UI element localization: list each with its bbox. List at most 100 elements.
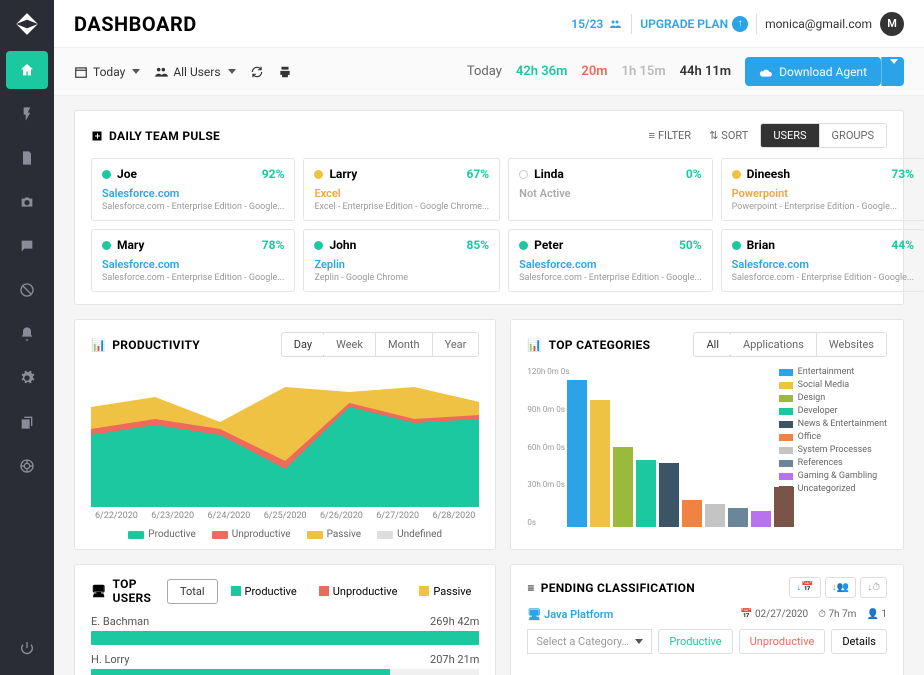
download-button[interactable]: Download Agent: [745, 57, 881, 86]
bar: [659, 463, 679, 527]
pending-date: 📅 02/27/2020: [740, 609, 808, 620]
nav-bell-icon[interactable]: [6, 315, 48, 353]
pulse-card[interactable]: Larry 67% Excel Excel - Enterprise Edition …: [303, 158, 500, 221]
sort-button[interactable]: ⇅ SORT: [703, 125, 754, 146]
status-dot: [732, 170, 741, 179]
time-label: Today: [467, 64, 502, 79]
status-dot: [314, 170, 323, 179]
user-app: Powerpoint: [732, 187, 914, 200]
nav-help-icon[interactable]: [6, 447, 48, 485]
pending-title: ≡ PENDING CLASSIFICATION: [527, 581, 695, 595]
user-name: Mary: [117, 238, 144, 252]
cat-tab-applications[interactable]: Applications: [731, 333, 817, 356]
status-dot: [519, 241, 528, 250]
avatar[interactable]: M: [880, 12, 904, 36]
date-picker[interactable]: Today: [74, 65, 140, 79]
cat-tab-websites[interactable]: Websites: [817, 333, 886, 356]
logo[interactable]: [0, 0, 54, 48]
nav-home-icon[interactable]: [6, 51, 48, 89]
sort-users-icon[interactable]: ↓👥: [825, 577, 856, 598]
status-dot: [732, 241, 741, 250]
print-icon[interactable]: [278, 65, 292, 79]
range-year[interactable]: Year: [433, 333, 479, 356]
pending-app[interactable]: 🖥 Java Platform: [527, 608, 613, 621]
scope-picker[interactable]: All Users: [154, 65, 235, 79]
user-detail: Salesforce.com - Enterprise Edition - Go…: [519, 273, 701, 283]
user-detail: Salesforce.com - Enterprise Edition - Go…: [102, 273, 284, 283]
nav-chat-icon[interactable]: [6, 227, 48, 265]
user-row[interactable]: E. Bachman269h 42m: [91, 615, 479, 645]
nav-copy-icon[interactable]: [6, 403, 48, 441]
bar: [728, 508, 748, 527]
user-pct: 50%: [679, 238, 702, 252]
user-app: Not Active: [519, 187, 701, 200]
tu-tab-passive[interactable]: Passive: [411, 585, 479, 598]
tu-tab-total[interactable]: Total: [167, 579, 218, 604]
time-passive: 1h 15m: [622, 64, 666, 79]
tu-tab-productive[interactable]: Productive: [223, 585, 305, 598]
nav-camera-icon[interactable]: [6, 183, 48, 221]
seat-count: 15/23: [571, 17, 623, 31]
user-app: Zeplin: [314, 258, 489, 271]
productive-button[interactable]: Productive: [658, 629, 732, 654]
productivity-title: 📊 PRODUCTIVITY: [91, 338, 200, 352]
user-detail: Salesforce.com - Enterprise Edition - Go…: [732, 273, 914, 283]
time-productive: 42h 36m: [516, 64, 568, 79]
category-select[interactable]: Select a Category…: [527, 629, 652, 654]
range-month[interactable]: Month: [376, 333, 433, 356]
nav-power-icon[interactable]: [6, 629, 48, 667]
bar: [567, 380, 587, 527]
user-pct: 0%: [686, 167, 702, 181]
tu-tab-unproductive[interactable]: Unproductive: [311, 585, 406, 598]
bar: [636, 460, 656, 527]
nav-settings-icon[interactable]: [6, 359, 48, 397]
user-app: Excel: [314, 187, 489, 200]
download-caret[interactable]: [881, 57, 904, 86]
time-unproductive: 20m: [581, 64, 607, 79]
unproductive-button[interactable]: Unproductive: [739, 629, 826, 654]
user-name: Larry: [329, 167, 357, 181]
user-email[interactable]: monica@gmail.com: [765, 17, 872, 31]
nav-report-icon[interactable]: [6, 139, 48, 177]
cat-tab-all[interactable]: All: [693, 332, 732, 357]
pulse-card[interactable]: Dineesh73%PowerpointPowerpoint - Enterpr…: [721, 158, 924, 221]
user-pct: 44%: [891, 238, 914, 252]
user-name: Brian: [747, 238, 775, 252]
range-day[interactable]: Day: [281, 332, 325, 357]
tab-users[interactable]: USERS: [761, 124, 819, 147]
bar: [590, 400, 610, 527]
user-row[interactable]: H. Lorry207h 21m: [91, 653, 479, 675]
filter-button[interactable]: ≡ FILTER: [643, 125, 698, 146]
user-detail: Excel - Enterprise Edition - Google Chro…: [314, 202, 489, 212]
bar: [751, 511, 771, 527]
pulse-card[interactable]: Brian44%Salesforce.comSalesforce.com - E…: [721, 229, 924, 292]
user-name: Joe: [117, 167, 137, 181]
upgrade-link[interactable]: UPGRADE PLAN ↑: [640, 16, 748, 32]
sort-date-icon[interactable]: ↓📅: [789, 577, 820, 598]
nav-block-icon[interactable]: [6, 271, 48, 309]
range-week[interactable]: Week: [324, 333, 376, 356]
status-dot: [102, 241, 111, 250]
pulse-card[interactable]: John85%ZeplinZeplin - Google Chrome: [303, 229, 500, 292]
status-dot: [102, 170, 111, 179]
sort-time-icon[interactable]: ↓⏱: [860, 577, 887, 598]
user-pct: 67%: [467, 167, 490, 181]
details-button[interactable]: Details: [831, 629, 887, 654]
pulse-title: DAILY TEAM PULSE: [91, 129, 220, 143]
status-dot: [314, 241, 323, 250]
pulse-card[interactable]: Linda 0% Not Active: [508, 158, 712, 221]
pulse-card[interactable]: Joe92%Salesforce.comSalesforce.com - Ent…: [91, 158, 295, 221]
user-pct: 85%: [467, 238, 490, 252]
bar: [682, 500, 702, 527]
upgrade-icon: ↑: [732, 16, 748, 32]
pulse-card[interactable]: Mary78%Salesforce.comSalesforce.com - En…: [91, 229, 295, 292]
user-name: Linda: [534, 167, 564, 181]
tab-groups[interactable]: GROUPS: [820, 124, 886, 147]
pending-users: 👤 1: [866, 609, 887, 620]
pulse-card[interactable]: Peter50%Salesforce.comSalesforce.com - E…: [508, 229, 712, 292]
bar: [705, 504, 725, 527]
topusers-title: 🖥 TOP USERS: [91, 577, 156, 605]
nav-bolt-icon[interactable]: [6, 95, 48, 133]
user-app: Salesforce.com: [102, 187, 284, 200]
refresh-icon[interactable]: [250, 65, 264, 79]
